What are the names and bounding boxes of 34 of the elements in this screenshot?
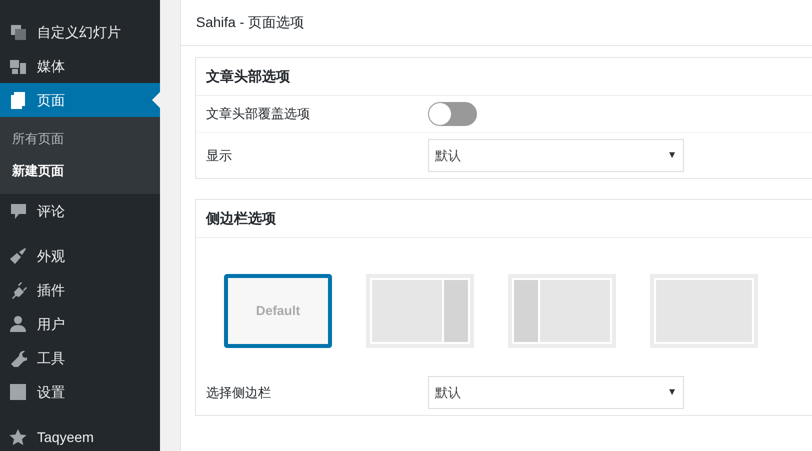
sidebar-item[interactable]: 工具 [0, 341, 160, 375]
sidebar-item[interactable]: 外观 [0, 239, 160, 273]
submenu-item[interactable]: 所有页面 [0, 123, 160, 154]
submenu-item[interactable]: 新建页面 [0, 154, 160, 186]
layout-option[interactable] [366, 274, 474, 348]
sidebar-item[interactable]: 插件 [0, 273, 160, 307]
star-icon [9, 428, 27, 446]
brush-icon [9, 247, 27, 265]
section-title: 侧边栏选项 [196, 200, 812, 238]
sidebar-item[interactable]: 设置 [0, 375, 160, 409]
wrench-icon [9, 349, 27, 367]
select-field[interactable]: 默认 ▼ [428, 139, 684, 172]
sidebar-item[interactable]: 用户 [0, 307, 160, 341]
user-icon [9, 315, 27, 333]
sidebar-item[interactable]: 媒体 [0, 49, 160, 83]
field-label: 选择侧边栏 [206, 384, 272, 402]
caret-icon: ▼ [667, 148, 677, 163]
sidebar-item[interactable]: Taqyeem [0, 420, 160, 451]
comment-icon [9, 202, 27, 220]
toggle-switch[interactable] [428, 102, 477, 126]
caret-icon: ▼ [667, 385, 677, 400]
layout-option[interactable] [508, 274, 616, 348]
section-title: 文章头部选项 [196, 58, 812, 96]
slides-icon [9, 23, 27, 41]
field-label: 文章头部覆盖选项 [206, 105, 311, 124]
select-field[interactable]: 默认 ▼ [428, 376, 684, 409]
page-icon [9, 91, 27, 109]
panel-title: Sahifa - 页面选项 [196, 13, 304, 32]
media-icon [9, 57, 27, 75]
sidebar-item[interactable]: 页面 [0, 83, 160, 117]
sidebar-item[interactable]: 自定义幻灯片 [0, 15, 160, 49]
sidebar-item[interactable]: 评论 [0, 194, 160, 228]
field-label: 显示 [206, 146, 233, 165]
layout-option[interactable] [650, 274, 758, 348]
